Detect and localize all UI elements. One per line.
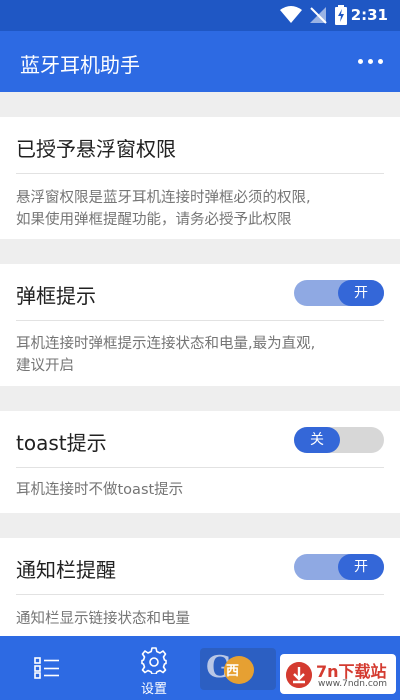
notification-toggle[interactable]: 开 [294, 554, 384, 580]
popup-header: 弹框提示 开 [16, 264, 384, 321]
nav-list[interactable] [20, 636, 74, 700]
notification-title: 通知栏提醒 [16, 558, 116, 582]
app-bar: 蓝牙耳机助手 [0, 31, 400, 92]
permission-desc: 悬浮窗权限是蓝牙耳机连接时弹框必须的权限, 如果使用弹框提醒功能，请务必授予此权… [16, 190, 311, 228]
popup-desc: 耳机连接时弹框提示连接状态和电量,最为直观, 建议开启 [16, 336, 316, 374]
toast-card: toast提示 关 耳机连接时不做toast提示 [0, 411, 400, 513]
nav-settings-label: 设置 [140, 682, 167, 697]
popup-toggle-knob: 开 [338, 280, 384, 306]
app-title: 蓝牙耳机助手 [20, 53, 140, 77]
list-icon [34, 657, 59, 679]
toast-toggle-knob: 关 [294, 427, 340, 453]
notification-header: 通知栏提醒 开 [16, 538, 384, 595]
watermark-logo: G 西 [200, 648, 276, 690]
watermark-badge-text: 西 [226, 664, 240, 679]
permission-header: 已授予悬浮窗权限 [16, 117, 384, 174]
more-icon[interactable] [356, 47, 386, 75]
popup-title: 弹框提示 [16, 284, 96, 308]
gear-icon [141, 647, 167, 674]
download-arrow-icon [286, 662, 312, 688]
notification-toggle-knob: 开 [338, 554, 384, 580]
permission-card: 已授予悬浮窗权限 悬浮窗权限是蓝牙耳机连接时弹框必须的权限, 如果使用弹框提醒功… [0, 117, 400, 239]
permission-title: 已授予悬浮窗权限 [16, 137, 176, 161]
wifi-icon [280, 6, 302, 23]
toast-header: toast提示 关 [16, 411, 384, 468]
battery-charging-icon [335, 5, 347, 25]
status-time: 2:31 [350, 6, 388, 24]
watermark-site: 7n下载站 www.7ndn.com [280, 654, 396, 694]
watermark-site-url: www.7ndn.com [318, 679, 388, 689]
notification-card: 通知栏提醒 开 通知栏显示链接状态和电量 [0, 538, 400, 636]
no-signal-icon [310, 7, 327, 24]
status-bar: 2:31 [0, 0, 400, 31]
notification-desc: 通知栏显示链接状态和电量 [16, 611, 190, 627]
toast-title: toast提示 [16, 431, 107, 455]
popup-toggle[interactable]: 开 [294, 280, 384, 306]
toast-toggle[interactable]: 关 [294, 427, 384, 453]
popup-card: 弹框提示 开 耳机连接时弹框提示连接状态和电量,最为直观, 建议开启 [0, 264, 400, 386]
toast-desc: 耳机连接时不做toast提示 [16, 482, 184, 498]
settings-list[interactable]: 已授予悬浮窗权限 悬浮窗权限是蓝牙耳机连接时弹框必须的权限, 如果使用弹框提醒功… [0, 92, 400, 636]
nav-settings[interactable]: 设置 [126, 636, 182, 700]
